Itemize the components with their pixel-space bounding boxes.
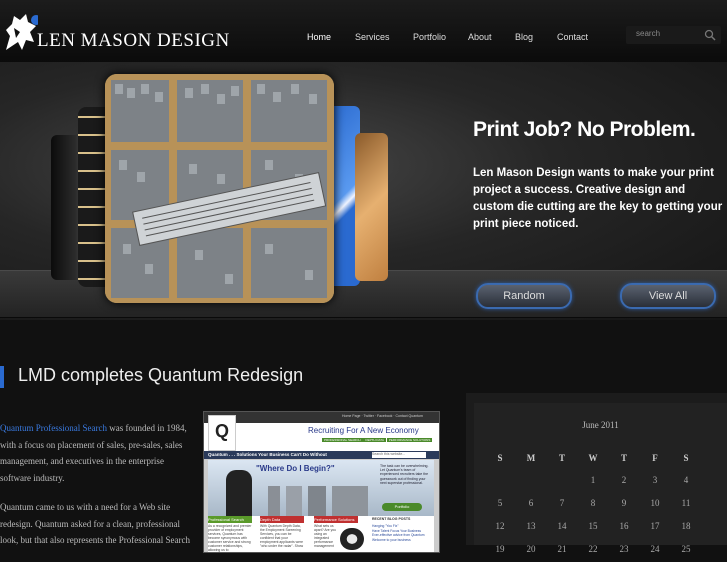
post-title[interactable]: LMD completes Quantum Redesign: [18, 365, 303, 386]
hero-title: Print Job? No Problem.: [473, 118, 696, 141]
shot-nav-links: Home Page · Twitter · Facebook · Contact…: [342, 414, 423, 418]
search-icon[interactable]: [704, 29, 716, 41]
shot-col-3-head: Performance Solutions: [314, 516, 358, 523]
calendar-date[interactable]: 15: [583, 521, 603, 531]
quantum-logo: Q: [208, 415, 236, 451]
shot-hero-question: "Where Do I Begin?": [256, 464, 335, 473]
calendar-date[interactable]: 14: [552, 521, 572, 531]
calendar-date[interactable]: 2: [614, 475, 634, 485]
calendar-date[interactable]: 3: [645, 475, 665, 485]
search-box[interactable]: search: [626, 26, 721, 44]
calendar-day-header: T: [620, 453, 627, 463]
calendar-date[interactable]: 4: [676, 475, 696, 485]
nav-about[interactable]: About: [468, 32, 492, 42]
calendar-date[interactable]: 18: [676, 521, 696, 531]
calendar-date[interactable]: 8: [583, 498, 603, 508]
calendar-panel: June 2011 S M T W T F S 1 2 3 4 5 6 7 8 9 10 11 12 13 14 15 16…: [474, 403, 727, 554]
shot-search: Search this website...: [372, 452, 426, 458]
random-button[interactable]: Random: [476, 283, 572, 309]
shot-tagline: Recruiting For A New Economy: [308, 426, 419, 435]
shot-tab-1: PROFESSIONAL SEARCH: [322, 438, 363, 442]
nav-services[interactable]: Services: [355, 32, 390, 42]
calendar-day-header: S: [683, 453, 689, 463]
header: LEN MASON DESIGN Home Services Portfolio…: [0, 0, 727, 63]
calendar-day-header: M: [526, 453, 536, 463]
quantum-website-screenshot[interactable]: Q Home Page · Twitter · Facebook · Conta…: [203, 411, 440, 553]
shot-portfolio-button: Portfolio: [382, 503, 422, 511]
nav-blog[interactable]: Blog: [515, 32, 533, 42]
calendar-title: June 2011: [582, 420, 619, 430]
carousel-card-far-right[interactable]: [355, 133, 388, 281]
calendar-day-header: F: [652, 453, 658, 463]
calendar-date[interactable]: 1: [583, 475, 603, 485]
calendar-date[interactable]: 13: [521, 521, 541, 531]
calendar-date[interactable]: 23: [614, 544, 634, 554]
view-all-button[interactable]: View All: [620, 283, 716, 309]
post-headline: LMD completes Quantum Redesign: [0, 362, 400, 390]
letterpress-type-case-image: [105, 74, 334, 303]
headline-accent-bar: [0, 366, 4, 388]
shot-subhead-bar: Quantum . . . Solutions Your Business Ca…: [204, 451, 439, 459]
shot-tabs: PROFESSIONAL SEARCH DEPTH DATA PERFORMAN…: [322, 438, 433, 443]
shot-hero-businessman: [226, 470, 252, 516]
shot-blog-list: Hanging "You Fix" Have Talent Focus Your…: [372, 524, 432, 542]
calendar-date[interactable]: 7: [552, 498, 572, 508]
calendar-date[interactable]: 12: [490, 521, 510, 531]
calendar-date[interactable]: 20: [521, 544, 541, 554]
shot-col-3-text: What sets us apart? Are you using an int…: [314, 524, 337, 548]
shot-col-1-text: As a recognized and premier provider of …: [208, 524, 252, 552]
shot-subhead: Quantum . . . Solutions Your Business Ca…: [208, 452, 327, 457]
calendar-day-header: W: [588, 453, 598, 463]
shot-hero: "Where Do I Begin?" The task can be over…: [208, 460, 434, 516]
calendar-widget: June 2011 S M T W T F S 1 2 3 4 5 6 7 8 9 10 11 12 13 14 15 16…: [466, 393, 727, 554]
shot-nav-contact: Contact Quantum: [395, 414, 423, 418]
nav-contact[interactable]: Contact: [557, 32, 588, 42]
shot-nav-home: Home Page: [342, 414, 361, 418]
post-paragraph-1: Quantum Professional Search was founded …: [0, 420, 190, 486]
shot-nav-facebook: Facebook: [376, 414, 393, 418]
shot-nav-twitter: Twitter: [363, 414, 374, 418]
nav-portfolio[interactable]: Portfolio: [413, 32, 446, 42]
calendar-date[interactable]: 22: [583, 544, 603, 554]
shot-col-2-text: With Quantum Depth Data, the Employment …: [260, 524, 304, 548]
calendar-date[interactable]: 6: [521, 498, 541, 508]
shot-tab-2: DEPTH DATA: [363, 438, 386, 442]
calendar-day-header: S: [497, 453, 503, 463]
calendar-date[interactable]: 24: [645, 544, 665, 554]
calendar-date[interactable]: 10: [645, 498, 665, 508]
nav-home[interactable]: Home: [307, 32, 331, 42]
shot-hero-skyline: [268, 486, 368, 516]
shot-footer-cols: Professional Search Depth Data Performan…: [208, 516, 434, 552]
calendar-date[interactable]: 5: [490, 498, 510, 508]
calendar-date[interactable]: 9: [614, 498, 634, 508]
shot-col-3-image: [340, 528, 364, 550]
calendar-date[interactable]: 11: [676, 498, 696, 508]
calendar-day-header: T: [558, 453, 565, 463]
calendar-date[interactable]: 21: [552, 544, 572, 554]
shot-tab-3: PERFORMANCE SOLUTIONS: [386, 438, 433, 442]
shot-hero-blurb: The task can be overwhelming. Let Quantu…: [380, 464, 429, 485]
search-input[interactable]: search: [636, 29, 660, 38]
quantum-link[interactable]: Quantum Professional Search: [0, 423, 107, 433]
calendar-date[interactable]: 17: [645, 521, 665, 531]
carousel-main-image[interactable]: [105, 74, 334, 303]
shot-blog-post: Ever-effective advice from Quantum: [372, 533, 425, 537]
post-body: Quantum Professional Search was founded …: [0, 420, 190, 562]
calendar-date[interactable]: 16: [614, 521, 634, 531]
post-paragraph-2: Quantum came to us with a need for a Web…: [0, 502, 190, 545]
shot-blog-post: Welcome to your business: [372, 537, 411, 542]
hero-description: Len Mason Design wants to make your prin…: [473, 167, 723, 230]
shot-col-2-head: Depth Data: [260, 516, 304, 523]
calendar-date[interactable]: 19: [490, 544, 510, 554]
shot-blog-head: RECENT BLOG POSTS: [372, 517, 411, 521]
calendar-date[interactable]: 25: [676, 544, 696, 554]
main-nav: Home Services Portfolio About Blog Conta…: [0, 32, 620, 46]
shot-col-1-head: Professional Search: [208, 516, 252, 523]
